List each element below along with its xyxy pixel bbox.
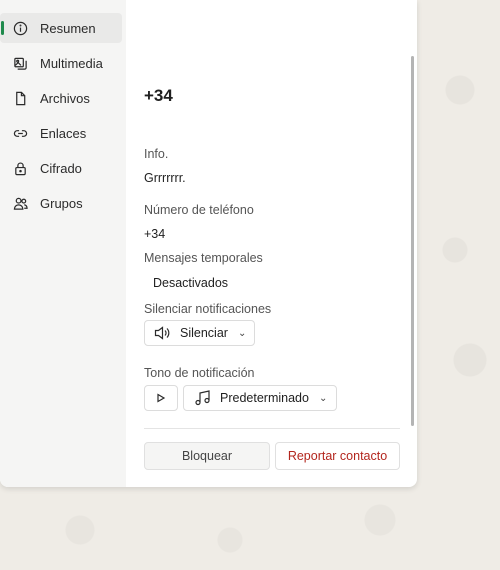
sidebar-item-label: Enlaces [40, 125, 87, 141]
media-icon [11, 54, 29, 72]
sidebar-item-grupos[interactable]: Grupos [0, 188, 122, 218]
scrollbar[interactable] [411, 56, 414, 426]
sidebar-item-label: Multimedia [40, 55, 103, 71]
sidebar-item-enlaces[interactable]: Enlaces [0, 118, 122, 148]
sidebar-item-multimedia[interactable]: Multimedia [0, 48, 122, 78]
mute-notifications-label: Silenciar notificaciones [144, 302, 272, 316]
temp-messages-value[interactable]: Desactivados [153, 276, 228, 290]
sidebar-item-cifrado[interactable]: Cifrado [0, 153, 122, 183]
info-value: Grrrrrrr. [144, 171, 186, 185]
report-contact-button[interactable]: Reportar contacto [275, 442, 400, 470]
temp-messages-label: Mensajes temporales [144, 251, 263, 265]
chevron-down-icon: ⌄ [237, 327, 247, 339]
sidebar-item-label: Cifrado [40, 160, 82, 176]
sidebar-item-label: Resumen [40, 20, 96, 36]
music-note-icon [194, 390, 212, 406]
lock-icon [11, 159, 29, 177]
info-icon [11, 19, 29, 37]
active-indicator [1, 21, 4, 35]
sidebar-item-resumen[interactable]: Resumen [0, 13, 122, 43]
mute-button-label: Silenciar [180, 326, 228, 340]
play-icon [156, 393, 166, 403]
contact-title: +34 [144, 86, 173, 105]
speaker-icon [154, 326, 172, 340]
link-icon [11, 124, 29, 142]
people-icon [11, 194, 29, 212]
file-icon [11, 89, 29, 107]
sidebar-item-archivos[interactable]: Archivos [0, 83, 122, 113]
divider [144, 428, 400, 429]
tone-dropdown[interactable]: Predeterminado ⌄ [183, 385, 337, 411]
phone-value: +34 [144, 227, 166, 241]
play-tone-button[interactable] [144, 385, 178, 411]
tone-dropdown-label: Predeterminado [220, 391, 309, 405]
info-label: Info. [144, 147, 169, 161]
phone-label: Número de teléfono [144, 203, 254, 217]
mute-button[interactable]: Silenciar ⌄ [144, 320, 255, 346]
sidebar-item-label: Grupos [40, 195, 83, 211]
block-button[interactable]: Bloquear [144, 442, 270, 470]
chevron-down-icon: ⌄ [318, 392, 328, 404]
sidebar: Resumen Multimedia Archivos Enlaces Cifr [0, 0, 126, 487]
sidebar-item-label: Archivos [40, 90, 90, 106]
notification-tone-label: Tono de notificación [144, 366, 255, 380]
contact-info-panel: Resumen Multimedia Archivos Enlaces Cifr [0, 0, 417, 487]
